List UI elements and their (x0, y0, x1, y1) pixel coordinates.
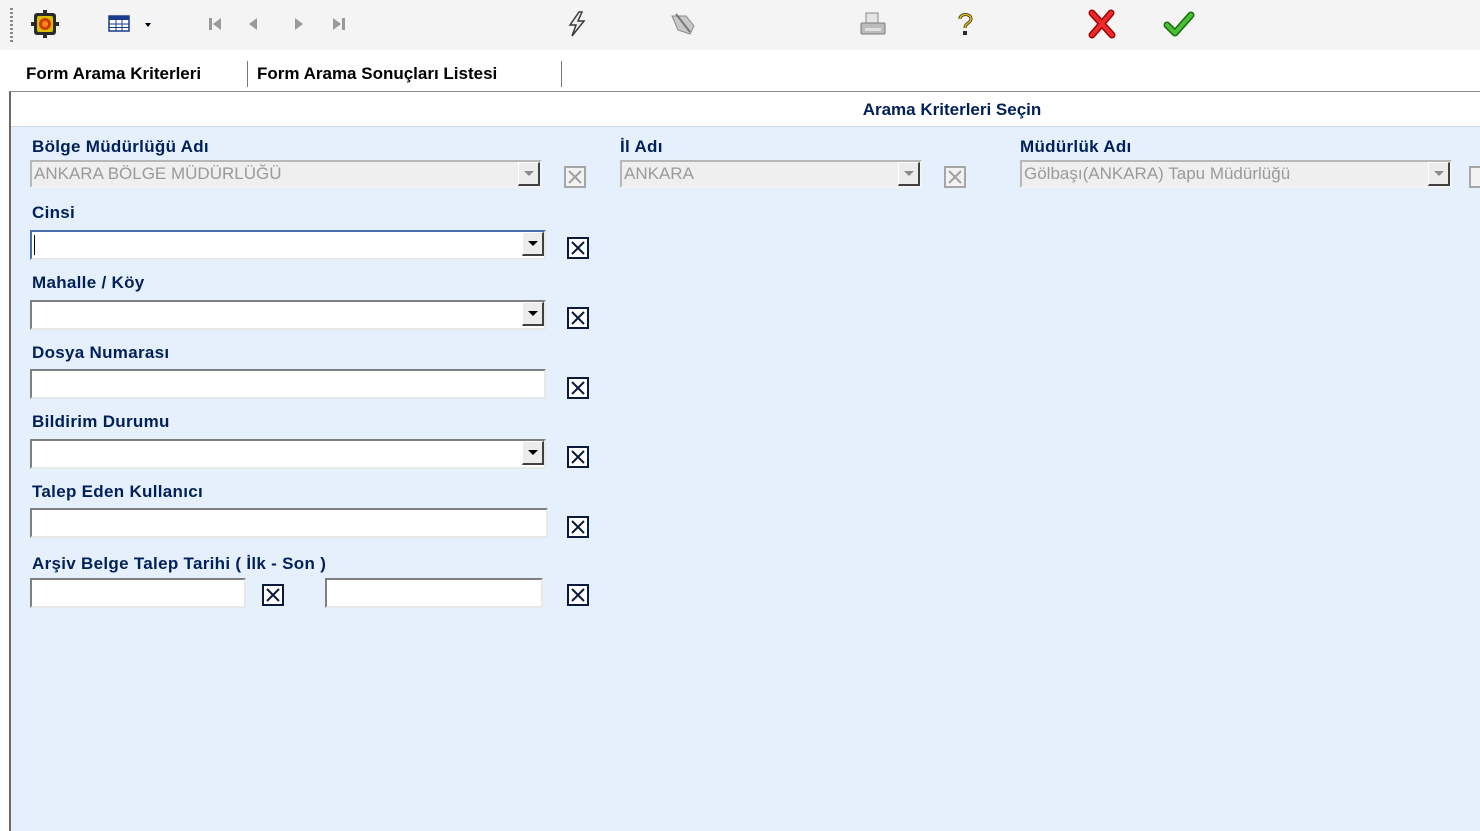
tarih-son-field[interactable] (325, 578, 543, 608)
cinsi-dropdown-button[interactable] (522, 232, 544, 256)
grid-view-icon[interactable] (106, 7, 152, 41)
mudurluk-clear-icon[interactable] (1469, 166, 1480, 188)
text-caret (34, 234, 35, 255)
dosya-clear-icon[interactable] (567, 377, 589, 399)
bolge-value: ANKARA BÖLGE MÜDÜRLÜĞÜ (34, 164, 282, 183)
help-icon[interactable] (948, 7, 982, 41)
tarih-son-clear-icon[interactable] (567, 584, 589, 606)
bildirim-label: Bildirim Durumu (32, 412, 170, 431)
tab-separator (247, 61, 248, 87)
talep-label: Talep Eden Kullanıcı (32, 482, 203, 501)
bolge-label: Bölge Müdürlüğü Adı (32, 137, 209, 156)
il-clear-icon[interactable] (944, 166, 966, 188)
dosya-field[interactable] (30, 369, 546, 399)
bildirim-clear-icon[interactable] (567, 446, 589, 468)
tarih-ilk-field[interactable] (30, 578, 246, 608)
talep-field[interactable] (30, 508, 548, 538)
cinsi-label: Cinsi (32, 203, 76, 222)
bolge-dropdown-button[interactable] (518, 162, 540, 186)
mudurluk-combo[interactable]: Gölbaşı(ANKARA) Tapu Müdürlüğü (1020, 160, 1452, 188)
lightning-icon[interactable] (560, 7, 594, 41)
dosya-label: Dosya Numarası (32, 343, 170, 362)
mahalle-dropdown-button[interactable] (522, 302, 544, 326)
first-record-icon[interactable] (198, 7, 232, 41)
tab-bar: Form Arama Kriterleri Form Arama Sonuçla… (0, 50, 1480, 90)
disabled-tool-icon[interactable] (666, 7, 700, 41)
talep-clear-icon[interactable] (567, 516, 589, 538)
mudurluk-dropdown-button[interactable] (1428, 162, 1450, 186)
panel-title: Arama Kriterleri Seçin (862, 100, 1042, 119)
il-combo[interactable]: ANKARA (620, 160, 922, 188)
mahalle-combo[interactable] (30, 300, 546, 330)
cancel-icon[interactable] (1084, 7, 1118, 41)
tarih-ilk-clear-icon[interactable] (262, 584, 284, 606)
toolbar (0, 0, 1480, 50)
next-record-icon[interactable] (282, 7, 316, 41)
bildirim-dropdown-button[interactable] (522, 441, 544, 465)
il-dropdown-button[interactable] (898, 162, 920, 186)
mahalle-clear-icon[interactable] (567, 307, 589, 329)
app-logo-icon[interactable] (28, 7, 62, 41)
mahalle-label: Mahalle / Köy (32, 273, 145, 292)
tab-form-arama-kriterleri[interactable]: Form Arama Kriterleri (20, 62, 207, 86)
bolge-clear-icon[interactable] (564, 166, 586, 188)
confirm-icon[interactable] (1162, 7, 1196, 41)
bolge-combo[interactable]: ANKARA BÖLGE MÜDÜRLÜĞÜ (30, 160, 542, 188)
toolbar-grip[interactable] (10, 8, 13, 42)
panel-header: Arama Kriterleri Seçin (11, 92, 1480, 127)
previous-record-icon[interactable] (236, 7, 270, 41)
last-record-icon[interactable] (322, 7, 356, 41)
tab-separator (561, 61, 562, 87)
bildirim-combo[interactable] (30, 439, 546, 469)
cinsi-clear-icon[interactable] (567, 237, 589, 259)
il-value: ANKARA (624, 164, 694, 183)
printer-icon[interactable] (856, 7, 890, 41)
mudurluk-label: Müdürlük Adı (1020, 137, 1132, 156)
tarih-label: Arşiv Belge Talep Tarihi ( İlk - Son ) (32, 554, 327, 573)
tab-form-arama-sonuclari-listesi[interactable]: Form Arama Sonuçları Listesi (251, 62, 503, 86)
il-label: İl Adı (620, 137, 663, 156)
mudurluk-value: Gölbaşı(ANKARA) Tapu Müdürlüğü (1024, 164, 1291, 183)
cinsi-combo[interactable] (30, 230, 546, 260)
